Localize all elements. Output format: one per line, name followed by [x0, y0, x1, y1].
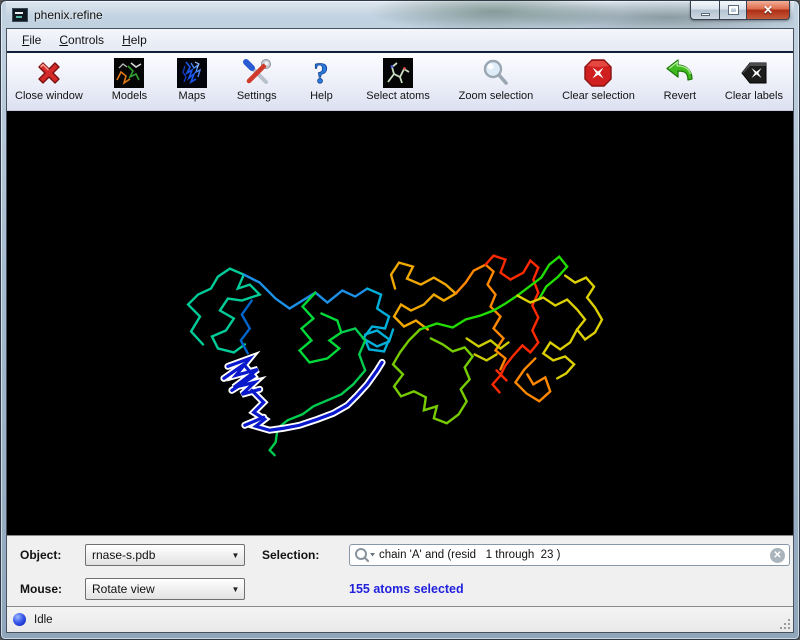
atoms-thumbnail-icon [382, 57, 414, 89]
clear-labels-button[interactable]: Clear labels [723, 56, 785, 103]
atoms-selected-status: 155 atoms selected [349, 582, 464, 596]
status-indicator-icon [13, 613, 26, 626]
toolbar-label: Zoom selection [459, 90, 534, 102]
toolbar-label: Close window [15, 90, 83, 102]
stop-sign-icon [582, 57, 614, 89]
maps-thumbnail-icon [176, 57, 208, 89]
close-button[interactable]: ✕ [746, 1, 790, 20]
control-panel: Object: rnase-s.pdb ▼ Selection: chain '… [7, 535, 793, 607]
selection-input[interactable]: chain 'A' and (resid 1 through 23 ) ✕ [349, 544, 790, 566]
toolbar-label: Clear selection [562, 90, 635, 102]
close-window-button[interactable]: Close window [13, 56, 85, 103]
search-icon [354, 547, 376, 563]
toolbar: Close window Models [7, 51, 793, 111]
models-thumbnail-icon [113, 57, 145, 89]
menu-item-controls[interactable]: Controls [50, 30, 113, 50]
settings-button[interactable]: Settings [235, 56, 279, 103]
selection-label: Selection: [262, 548, 319, 562]
menu-bar: FileControlsHelp [7, 29, 793, 51]
selection-value: chain 'A' and (resid 1 through 23 ) [379, 549, 770, 561]
models-button[interactable]: Models [110, 56, 149, 103]
minimize-icon [701, 13, 710, 16]
green-back-arrow-icon [664, 57, 696, 89]
molecule-trace [7, 111, 793, 535]
menu-item-file[interactable]: File [13, 30, 50, 50]
resize-grip[interactable] [779, 618, 791, 630]
minimize-button[interactable] [690, 1, 719, 20]
magnifier-icon [480, 57, 512, 89]
revert-button[interactable]: Revert [662, 56, 698, 103]
red-x-icon [33, 57, 65, 89]
toolbar-label: Help [310, 90, 333, 102]
status-bar: Idle [7, 607, 793, 632]
title-bar[interactable]: phenix.refine ✕ [6, 1, 794, 28]
close-icon: ✕ [763, 4, 773, 16]
mouse-dropdown-value: Rotate view [86, 582, 227, 596]
window-controls: ✕ [690, 1, 790, 20]
svg-text:?: ? [314, 57, 329, 89]
maps-button[interactable]: Maps [174, 56, 210, 103]
toolbar-label: Maps [179, 90, 206, 102]
tools-icon [241, 57, 273, 89]
mouse-dropdown[interactable]: Rotate view ▼ [85, 578, 245, 600]
help-button[interactable]: ? Help [303, 56, 339, 103]
menu-item-help[interactable]: Help [113, 30, 156, 50]
app-icon [12, 8, 28, 22]
maximize-button[interactable] [719, 1, 746, 20]
object-dropdown-value: rnase-s.pdb [86, 548, 227, 562]
chevron-down-icon: ▼ [227, 551, 244, 560]
clear-search-icon[interactable]: ✕ [770, 548, 785, 563]
toolbar-label: Select atoms [366, 90, 430, 102]
chevron-down-icon: ▼ [227, 585, 244, 594]
toolbar-label: Settings [237, 90, 277, 102]
select-atoms-button[interactable]: Select atoms [364, 56, 432, 103]
toolbar-label: Revert [664, 90, 696, 102]
client-area: FileControlsHelp Close window [6, 28, 794, 633]
toolbar-label: Models [112, 90, 147, 102]
mouse-label: Mouse: [20, 582, 62, 596]
app-window: phenix.refine ✕ FileControlsHelp Close w… [0, 0, 800, 640]
toolbar-label: Clear labels [725, 90, 783, 102]
clear-selection-button[interactable]: Clear selection [560, 56, 637, 103]
black-tag-x-icon [738, 57, 770, 89]
object-label: Object: [20, 548, 61, 562]
object-dropdown[interactable]: rnase-s.pdb ▼ [85, 544, 245, 566]
maximize-icon [729, 6, 738, 14]
status-text: Idle [34, 614, 53, 626]
zoom-selection-button[interactable]: Zoom selection [457, 56, 536, 103]
question-mark-icon: ? [305, 57, 337, 89]
window-title: phenix.refine [34, 8, 103, 22]
molecule-viewer[interactable] [7, 111, 793, 535]
